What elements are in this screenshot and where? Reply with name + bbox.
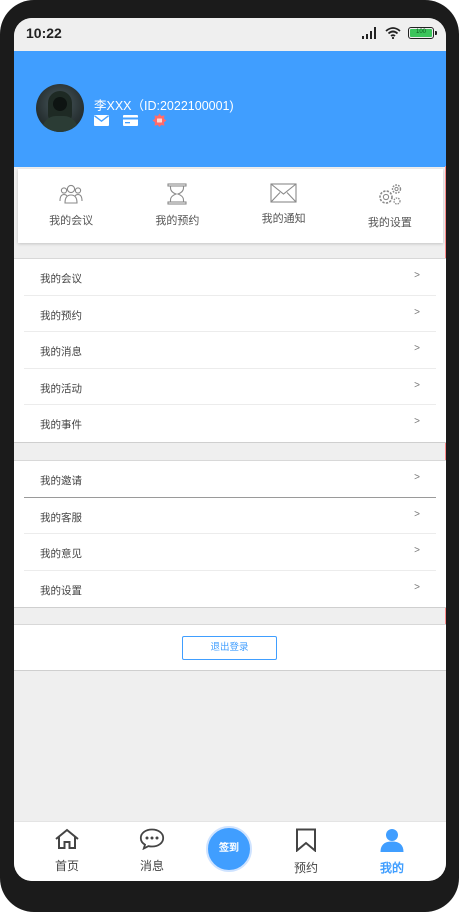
- menu-group-primary: 我的会议 > 我的预约 > 我的消息 > 我的活动 > 我的事件 >: [14, 258, 446, 443]
- tab-home-label: 首页: [54, 859, 79, 873]
- menu-item-label: 我的消息: [40, 346, 82, 359]
- menu-item-label: 我的客服: [40, 511, 82, 524]
- menu-item-activities[interactable]: 我的活动 >: [24, 369, 436, 406]
- quick-notices[interactable]: 我的通知: [231, 169, 337, 243]
- menu-item-settings[interactable]: 我的设置 >: [24, 571, 436, 608]
- screen: 10:22 100 李XXX（ID:2022100001) 我的会议 我的预约 …: [14, 18, 446, 881]
- menu-group-secondary: 我的邀请 > 我的客服 > 我的意见 > 我的设置 >: [14, 460, 446, 609]
- quick-meetings-label: 我的会议: [49, 215, 94, 227]
- logout-section: 退出登录: [14, 624, 446, 671]
- menu-item-label: 我的活动: [40, 382, 82, 395]
- menu-item-meetings[interactable]: 我的会议 >: [24, 259, 436, 296]
- chevron-right-icon: >: [414, 472, 420, 483]
- tab-mine-label: 我的: [379, 861, 404, 875]
- status-time: 10:22: [26, 25, 62, 41]
- signal-icon: [362, 27, 376, 39]
- user-icon: [380, 829, 404, 852]
- menu-item-events[interactable]: 我的事件 >: [24, 405, 436, 442]
- people-icon: [59, 184, 83, 204]
- menu-item-label: 我的事件: [40, 419, 82, 432]
- quick-settings-label: 我的设置: [367, 217, 412, 229]
- chevron-right-icon: >: [414, 508, 420, 520]
- menu-item-label: 我的会议: [40, 273, 82, 285]
- tab-booking[interactable]: 预约: [276, 828, 336, 876]
- quick-settings[interactable]: 我的设置: [337, 169, 443, 243]
- quick-bookings-label: 我的预约: [155, 215, 200, 227]
- gears-icon: [379, 184, 402, 205]
- battery-icon: 100: [408, 27, 437, 39]
- menu-item-label: 我的邀请: [40, 475, 82, 487]
- menu-item-feedback[interactable]: 我的意见 >: [24, 534, 436, 571]
- user-name: 李XXX（ID:2022100001): [94, 99, 234, 113]
- quick-notices-label: 我的通知: [261, 213, 306, 225]
- badge-icon[interactable]: [152, 113, 167, 127]
- quick-meetings[interactable]: 我的会议: [18, 169, 124, 243]
- quick-bookings[interactable]: 我的预约: [124, 169, 230, 243]
- card-icon[interactable]: [123, 114, 138, 126]
- menu-item-bookings[interactable]: 我的预约 >: [24, 296, 436, 333]
- menu-item-label: 我的预约: [40, 309, 82, 322]
- menu-item-label: 我的意见: [40, 548, 82, 561]
- profile-header: 李XXX（ID:2022100001): [14, 51, 446, 167]
- chevron-right-icon: >: [414, 379, 420, 391]
- checkin-button[interactable]: 签到: [206, 826, 252, 872]
- mail-icon[interactable]: [94, 114, 109, 126]
- phone-frame: 10:22 100 李XXX（ID:2022100001) 我的会议 我的预约 …: [0, 0, 459, 912]
- chevron-right-icon: >: [414, 416, 420, 428]
- envelope-icon: [270, 183, 297, 203]
- battery-level: 100: [410, 29, 432, 37]
- menu-item-messages[interactable]: 我的消息 >: [24, 332, 436, 369]
- avatar[interactable]: [36, 84, 84, 132]
- chevron-right-icon: >: [414, 545, 420, 557]
- logout-button[interactable]: 退出登录: [182, 636, 277, 660]
- menu-item-support[interactable]: 我的客服 >: [24, 498, 436, 535]
- chevron-right-icon: >: [414, 343, 420, 355]
- chevron-right-icon: >: [414, 270, 420, 281]
- tab-mine[interactable]: 我的: [362, 828, 422, 876]
- status-bar: 10:22 100: [14, 18, 446, 51]
- chevron-right-icon: >: [414, 581, 420, 593]
- tab-messages[interactable]: 消息: [122, 828, 182, 874]
- hourglass-icon: [167, 183, 187, 205]
- profile-icons: [94, 113, 167, 127]
- bookmark-icon: [296, 828, 316, 853]
- menu-item-invitations[interactable]: 我的邀请 >: [24, 461, 436, 498]
- home-icon: [55, 828, 79, 849]
- status-icons: 100: [362, 27, 437, 39]
- tab-messages-label: 消息: [139, 859, 164, 873]
- quick-actions: 我的会议 我的预约 我的通知 我的设置: [18, 169, 443, 243]
- wifi-icon: [385, 27, 401, 39]
- chevron-right-icon: >: [414, 306, 420, 318]
- tab-bar: 首页 消息 签到 预约 我的: [14, 821, 446, 881]
- tab-home[interactable]: 首页: [37, 828, 97, 874]
- menu-item-label: 我的设置: [40, 584, 82, 597]
- tab-booking-label: 预约: [293, 861, 318, 875]
- chat-bubble-icon: [139, 828, 165, 851]
